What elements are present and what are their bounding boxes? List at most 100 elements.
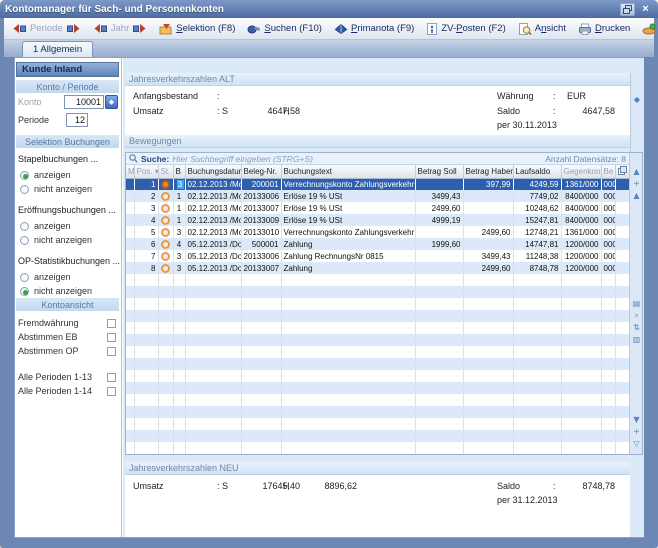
table-row[interactable]: 4102.12.2013 /Mo20133009Erlöse 19 % USt4… — [126, 214, 629, 226]
radio-option[interactable]: nicht anzeigen — [20, 284, 121, 298]
scroll-up-icon[interactable]: ▲ — [630, 191, 643, 201]
table-cell — [134, 382, 158, 394]
konto-lookup-button[interactable]: ◆ — [105, 95, 118, 109]
table-cell — [134, 298, 158, 310]
jahr-back-button[interactable] — [93, 23, 108, 34]
column-header[interactable]: Laufsaldo — [513, 165, 561, 178]
radio-icon[interactable] — [20, 236, 29, 245]
close-window-button[interactable]: × — [638, 3, 653, 16]
layout-icon[interactable]: ▤ — [630, 299, 643, 309]
table-cell — [281, 406, 415, 418]
column-header[interactable]: Buchungstext — [281, 165, 415, 178]
bookings-grid: Suche: Anzahl Datensätze: 8 MPos. ▾St.BB… — [125, 152, 643, 455]
table-cell — [415, 334, 463, 346]
radio-option[interactable]: nicht anzeigen — [20, 233, 121, 247]
table-cell: 500001 — [241, 238, 281, 250]
table-cell — [185, 442, 241, 454]
add-bottom-icon[interactable]: + — [630, 427, 643, 437]
table-cell: 1200/000 — [561, 250, 601, 262]
table-cell — [601, 430, 615, 442]
table-row[interactable]: 5302.12.2013 /Mo20133010Verrechnungskont… — [126, 226, 629, 238]
scroll-top-icon[interactable]: ▲ — [630, 167, 643, 177]
column-header[interactable]: Beleg-Nr. — [241, 165, 281, 178]
table-cell — [281, 310, 415, 322]
table-cell — [415, 418, 463, 430]
table-cell — [126, 322, 134, 334]
ansicht-button[interactable]: Ansicht — [514, 22, 570, 36]
table-row[interactable]: 6405.12.2013 /Do500001Zahlung1999,601474… — [126, 238, 629, 250]
scroll-down-icon[interactable]: ▼ — [630, 415, 643, 425]
checkbox-row[interactable]: Abstimmen EB — [18, 330, 116, 344]
radio-icon[interactable] — [20, 273, 29, 282]
column-header[interactable]: Buchungsdatum — [185, 165, 241, 178]
checkbox-icon[interactable] — [107, 333, 116, 342]
extras-button[interactable]: Extras — [638, 22, 658, 36]
table-cell — [134, 334, 158, 346]
table-cell — [281, 334, 415, 346]
column-header[interactable]: Betrag Soll — [415, 165, 463, 178]
account-title: Kunde Inland — [16, 62, 119, 77]
column-header[interactable]: Pos. ▾ — [134, 165, 158, 178]
checkbox-row[interactable]: Alle Perioden 1-13 — [18, 370, 116, 384]
checkbox-row[interactable]: Alle Perioden 1-14 — [18, 384, 116, 398]
table-cell — [415, 286, 463, 298]
radio-icon[interactable] — [20, 171, 29, 180]
konto-input[interactable] — [64, 95, 104, 109]
column-header[interactable]: Betrag Haben — [463, 165, 513, 178]
table-cell: 397,99 — [463, 178, 513, 190]
search-input[interactable] — [172, 154, 542, 164]
suchen-button[interactable]: Suchen (F10) — [243, 22, 326, 36]
radio-option[interactable]: anzeigen — [20, 168, 121, 182]
add-row-icon[interactable]: + — [630, 179, 643, 189]
diamond-icon[interactable]: ◆ — [631, 95, 643, 104]
column-header[interactable]: M — [126, 165, 134, 178]
jahr-forward-button[interactable] — [132, 23, 147, 34]
restore-window-button[interactable] — [620, 3, 635, 16]
radio-icon[interactable] — [20, 185, 29, 194]
table-cell — [615, 358, 629, 370]
selektion-button[interactable]: Selektion (F8) — [155, 22, 239, 36]
zoom-icon[interactable]: ⌕ — [630, 311, 643, 321]
checkbox-icon[interactable] — [107, 373, 116, 382]
sort-icon[interactable]: ⇅ — [630, 323, 643, 333]
tab-allgemein[interactable]: 1 Allgemein — [22, 41, 93, 57]
table-cell — [415, 358, 463, 370]
batch-number: 4 — [177, 240, 181, 249]
checkbox-row[interactable]: Fremdwährung — [18, 316, 116, 330]
view-checkboxes: FremdwährungAbstimmen EBAbstimmen OP — [15, 316, 121, 358]
radio-option[interactable]: anzeigen — [20, 270, 121, 284]
table-cell — [463, 202, 513, 214]
table-row[interactable]: 2102.12.2013 /Mo20133006Erlöse 19 % USt3… — [126, 190, 629, 202]
radio-icon[interactable] — [20, 222, 29, 231]
zv-posten-button[interactable]: ZV-Posten (F2) — [422, 22, 509, 36]
periode-back-button[interactable] — [12, 23, 27, 34]
primanota-button[interactable]: Primanota (F9) — [330, 22, 418, 36]
column-chooser-button[interactable] — [615, 165, 629, 178]
column-header[interactable]: Be — [601, 165, 615, 178]
checkbox-icon[interactable] — [107, 347, 116, 356]
filter-rows-icon[interactable]: ▥ — [630, 335, 643, 345]
periode-input[interactable] — [66, 113, 88, 127]
radio-icon[interactable] — [20, 287, 29, 296]
table-row[interactable]: 3102.12.2013 /Mo20133007Erlöse 19 % USt2… — [126, 202, 629, 214]
radio-option[interactable]: anzeigen — [20, 219, 121, 233]
periode-forward-button[interactable] — [66, 23, 81, 34]
drucken-button[interactable]: Drucken — [574, 22, 634, 36]
checkbox-row[interactable]: Abstimmen OP — [18, 344, 116, 358]
column-header[interactable]: Gegenkonto — [561, 165, 601, 178]
scroll-bottom-icon[interactable]: ▽ — [630, 439, 643, 449]
table-row[interactable]: 1302.12.2013 /Mo200001Verrechnungskonto … — [126, 178, 629, 190]
checkbox-icon[interactable] — [107, 319, 116, 328]
column-header[interactable]: B — [173, 165, 185, 178]
radio-option[interactable]: nicht anzeigen — [20, 182, 121, 196]
table-cell — [185, 322, 241, 334]
table-cell — [513, 418, 561, 430]
table-cell: 1 — [173, 202, 185, 214]
empty-row — [126, 274, 629, 286]
checkbox-icon[interactable] — [107, 387, 116, 396]
table-cell — [281, 346, 415, 358]
table-row[interactable]: 7305.12.2013 /Do20133006Zahlung Rechnung… — [126, 250, 629, 262]
table-cell — [615, 346, 629, 358]
table-row[interactable]: 8305.12.2013 /Do20133007Zahlung2499,6087… — [126, 262, 629, 274]
column-header[interactable]: St. — [158, 165, 173, 178]
